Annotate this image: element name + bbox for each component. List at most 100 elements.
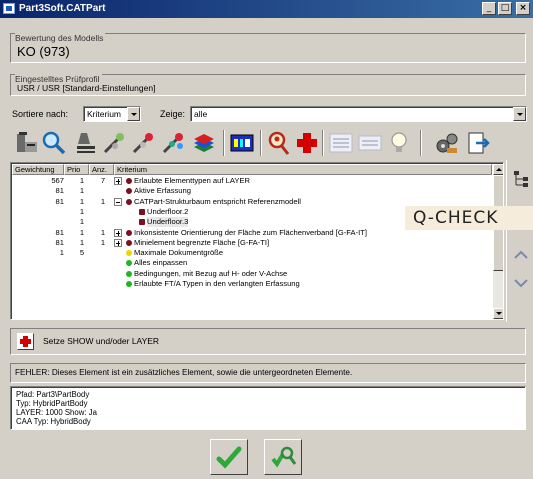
wand-red-icon[interactable] [130, 130, 156, 156]
cell-kriterium: Inkonsistente Orientierung der Fläche zu… [134, 227, 367, 237]
cell-prio: 1 [79, 176, 85, 185]
qcheck-text: Q-CHECK [413, 208, 499, 228]
maximize-button[interactable]: □ [498, 2, 512, 15]
wand-multi-icon[interactable] [160, 130, 186, 156]
chevron-down-icon[interactable] [127, 107, 140, 121]
cell-prio: 5 [79, 248, 85, 258]
wand-icon[interactable] [101, 130, 127, 156]
table-row[interactable]: Erlaubte FT/A Typen in den verlangten Er… [12, 279, 490, 289]
part-icon[interactable] [14, 130, 40, 156]
sort-dropdown[interactable]: Kriterium [83, 106, 141, 122]
collapse-icon[interactable] [114, 197, 122, 206]
criteria-table[interactable]: Gewichtung Prio Anz. Kriterium 567 1 7 Erla… [10, 162, 504, 320]
app-icon [3, 3, 15, 14]
table-header: Gewichtung Prio Anz. Kriterium [12, 164, 492, 175]
status-red-icon [126, 239, 132, 246]
cell-gewichtung: 81 [55, 237, 64, 247]
table-row[interactable]: 1 5 Maximale Dokumentgröße [12, 248, 490, 258]
cell-gewichtung: 567 [51, 176, 64, 185]
cell-anz: 7 [100, 176, 106, 185]
toolbar [10, 128, 530, 158]
scroll-down-button[interactable] [493, 308, 503, 319]
application-window: Part3Soft.CATPart _ □ × Bewertung des Mo… [0, 0, 533, 479]
column-header-kriterium[interactable]: Kriterium [114, 164, 492, 175]
cell-gewichtung: 1 [59, 248, 64, 258]
detail-type: Typ: HybridPartBody [16, 399, 88, 408]
toolbar-separator [420, 130, 422, 156]
status-green-icon [126, 281, 132, 287]
check-icon [216, 446, 242, 469]
cell-prio: 1 [79, 237, 85, 247]
table-row[interactable]: 567 1 7 Erlaubte Elementtypen auf LAYER [12, 176, 490, 186]
status-red-icon [126, 178, 132, 184]
table-row[interactable]: 81 1 Aktive Erfassung [12, 186, 490, 196]
list-icon-2[interactable] [357, 130, 383, 156]
column-header-anz[interactable]: Anz. [89, 164, 114, 175]
cell-prio: 1 [79, 206, 85, 216]
detail-layer: LAYER: 1000 Show: Ja [16, 408, 97, 417]
expand-icon[interactable] [114, 238, 122, 247]
expand-icon[interactable] [114, 177, 122, 185]
status-red-icon [126, 188, 132, 195]
close-button[interactable]: × [516, 2, 530, 15]
cell-gewichtung: 81 [55, 186, 64, 196]
cell-kriterium: Erlaubte FT/A Typen in den verlangten Er… [134, 279, 300, 288]
status-yellow-icon [126, 250, 132, 257]
cell-prio: 1 [79, 217, 85, 227]
export-icon[interactable] [466, 130, 492, 156]
cell-prio: 1 [79, 227, 85, 237]
status-red-square-icon [139, 208, 145, 215]
table-row[interactable]: Alles einpassen [12, 258, 490, 268]
profile-value: USR / USR [Standard-Einstellungen] [17, 83, 156, 93]
cell-kriterium: Alles einpassen [134, 258, 188, 268]
table-row[interactable]: Bedingungen, mit Bezug auf H- oder V-Ach… [12, 269, 490, 279]
title-bar[interactable]: Part3Soft.CATPart _ □ × [0, 0, 533, 18]
status-red-icon [126, 198, 132, 205]
table-row[interactable]: 81 1 1 Minielement begrenzte Fläche [G-FA-T… [12, 238, 490, 248]
cell-gewichtung: 81 [55, 227, 64, 237]
chevron-down-icon[interactable] [513, 107, 526, 121]
cell-kriterium: Minielement begrenzte Fläche [G-FA-TI] [134, 237, 270, 247]
figure-search-icon[interactable] [266, 130, 292, 156]
analyze-button[interactable] [264, 439, 302, 475]
magnifier-icon[interactable] [41, 130, 67, 156]
expand-icon[interactable] [114, 228, 122, 237]
column-header-prio[interactable]: Prio [64, 164, 89, 175]
error-message: FEHLER: Dieses Element ist ein zusätzlic… [15, 368, 353, 377]
scroll-up-button[interactable] [493, 164, 503, 175]
gears-icon[interactable] [434, 130, 460, 156]
layers-icon[interactable] [191, 130, 217, 156]
table-scrollbar[interactable] [493, 164, 503, 319]
toolbar-separator [322, 130, 324, 156]
chevron-down-icon[interactable] [513, 276, 529, 290]
cell-anz: 1 [100, 227, 106, 237]
status-red-square-icon [139, 219, 145, 226]
show-dropdown[interactable]: alle [190, 106, 527, 122]
cell-kriterium: Underfloor.2 [147, 206, 189, 216]
red-cross-icon [20, 336, 31, 347]
red-cross-icon[interactable] [294, 130, 320, 156]
action-bar: Setze SHOW und/oder LAYER [10, 328, 526, 355]
status-red-icon [126, 229, 132, 236]
toolbar-separator [260, 130, 262, 156]
set-show-layer-button[interactable] [17, 333, 34, 350]
chevron-up-icon[interactable] [513, 248, 529, 262]
model-score: KO (973) [17, 44, 70, 59]
sort-icon[interactable] [73, 130, 99, 156]
cell-kriterium: Erlaubte Elementtypen auf LAYER [134, 176, 250, 185]
sort-dropdown-value: Kriterium [87, 109, 122, 119]
cell-kriterium: Maximale Dokumentgröße [134, 248, 224, 258]
bulb-icon[interactable] [386, 130, 412, 156]
cell-anz: 1 [100, 196, 106, 206]
ai-icon[interactable] [229, 130, 255, 156]
cell-gewichtung: 81 [55, 196, 64, 206]
list-icon[interactable] [328, 130, 354, 156]
cell-kriterium: Aktive Erfassung [134, 186, 191, 196]
minimize-button[interactable]: _ [482, 2, 496, 15]
column-header-gewichtung[interactable]: Gewichtung [12, 164, 64, 175]
toolbar-separator [223, 130, 225, 156]
tree-structure-icon[interactable] [513, 170, 529, 188]
qcheck-brand-label: Q-CHECK [405, 206, 533, 230]
confirm-button[interactable] [210, 439, 248, 475]
show-label: Zeige: [160, 109, 186, 119]
